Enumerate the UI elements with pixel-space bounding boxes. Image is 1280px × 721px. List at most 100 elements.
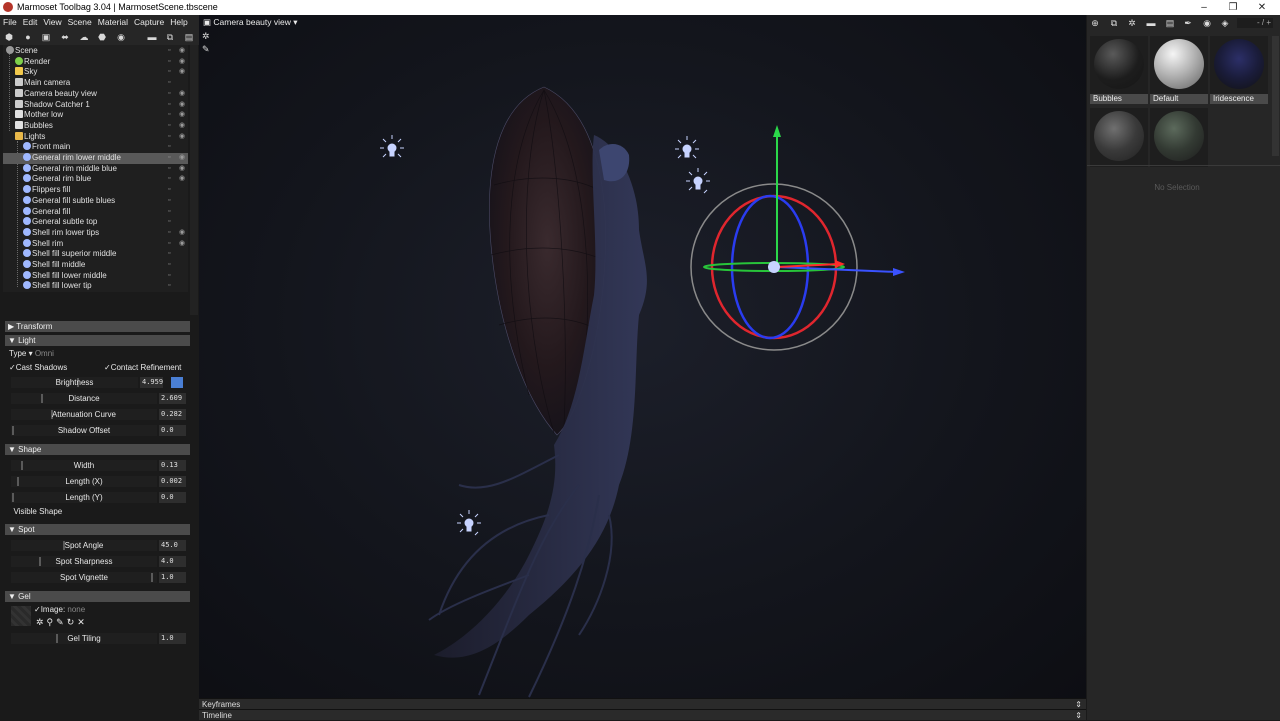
add-light-icon[interactable]: ● [23, 32, 33, 42]
lock-icon[interactable]: ▫ [168, 132, 174, 143]
gel-clear-icon[interactable]: ✕ [77, 617, 88, 627]
gel-reload-icon[interactable]: ↻ [67, 617, 78, 627]
outliner-row[interactable]: Shadow Catcher 1 ▫ ◉ [3, 99, 188, 111]
outliner-row[interactable]: Camera beauty view ▫ ◉ [3, 88, 188, 100]
menu-scene[interactable]: Scene [65, 17, 95, 27]
outliner-row[interactable]: General rim blue ▫ ◉ [3, 174, 188, 185]
brightness-slider[interactable]: Brightness 4.959 [11, 377, 186, 388]
close-window-button[interactable]: ✕ [1248, 0, 1276, 15]
length-x-slider[interactable]: Length (X) 0.002 [11, 476, 186, 487]
visibility-eye-icon[interactable]: ◉ [179, 228, 187, 239]
3d-viewport[interactable]: ▣ Camera beauty view ▾ ✲ ✎ [199, 15, 1086, 698]
lock-icon[interactable]: ▫ [168, 185, 174, 196]
visibility-eye-icon[interactable]: ◉ [179, 121, 187, 132]
material-thumb-5[interactable] [1150, 108, 1208, 167]
lock-icon[interactable]: ▫ [168, 89, 174, 100]
gel-tiling-value[interactable]: 1.0 [159, 633, 186, 644]
length-y-slider[interactable]: Length (Y) 0.0 [11, 492, 186, 503]
outliner-row[interactable]: General rim lower middle ▫ ◉ [3, 153, 188, 164]
material-settings-icon[interactable]: ◉ [1202, 18, 1212, 28]
outliner-row[interactable]: Sky ▫ ◉ [3, 67, 188, 78]
section-shape[interactable]: ▼ Shape [5, 444, 190, 455]
lock-icon[interactable]: ▫ [168, 110, 174, 121]
length-y-value[interactable]: 0.0 [159, 492, 186, 503]
outliner-row[interactable]: Bubbles ▫ ◉ [3, 120, 188, 132]
lock-icon[interactable]: ▫ [168, 164, 174, 175]
outliner-row[interactable]: Shell rim lower tips ▫ ◉ [3, 227, 188, 239]
material-thumb-bubbles[interactable] [1090, 36, 1148, 95]
section-transform[interactable]: ▶ Transform [5, 321, 190, 332]
lock-icon[interactable]: ▫ [168, 239, 174, 250]
spot-angle-slider[interactable]: Spot Angle 45.0 [11, 540, 186, 551]
visibility-eye-icon[interactable]: ◉ [179, 174, 187, 185]
delete-material-icon[interactable]: ▤ [1165, 18, 1175, 28]
keyframes-bar[interactable]: Keyframes ⇕ [199, 698, 1086, 709]
attenuation-curve-slider[interactable]: Attenuation Curve 0.282 [11, 409, 186, 420]
add-camera-icon[interactable]: ▣ [41, 32, 51, 42]
lock-icon[interactable]: ▫ [168, 249, 174, 260]
open-folder-icon[interactable]: ▬ [147, 32, 157, 42]
thumbnail-zoom-control[interactable]: - / + [1237, 18, 1273, 28]
lock-icon[interactable]: ▫ [168, 153, 174, 164]
visibility-eye-icon[interactable]: ◉ [179, 164, 187, 175]
outliner-row[interactable]: Shell fill lower tip ▫ [3, 281, 188, 292]
attenuation-curve-value[interactable]: 0.282 [159, 409, 186, 420]
material-thumb-iridescence[interactable] [1210, 36, 1268, 95]
visibility-eye-icon[interactable]: ◉ [179, 89, 187, 100]
distance-value[interactable]: 2.609 [159, 393, 186, 404]
section-spot[interactable]: ▼ Spot [5, 524, 190, 535]
outliner-row[interactable]: Shell fill middle ▫ [3, 260, 188, 271]
material-compass-icon[interactable]: ◈ [1220, 18, 1230, 28]
visibility-eye-icon[interactable]: ◉ [179, 239, 187, 250]
material-folder-icon[interactable]: ▬ [1146, 18, 1156, 28]
lock-icon[interactable]: ▫ [168, 228, 174, 239]
spot-vignette-value[interactable]: 1.0 [159, 572, 186, 583]
restore-button[interactable]: ❐ [1219, 0, 1247, 15]
material-thumb-default[interactable] [1150, 36, 1208, 95]
material-picker-icon[interactable]: ✒ [1183, 18, 1193, 28]
width-slider[interactable]: Width 0.13 [11, 460, 186, 471]
brightness-color-swatch[interactable] [171, 377, 183, 388]
brightness-value[interactable]: 4.959 [140, 377, 163, 388]
visibility-eye-icon[interactable]: ◉ [179, 100, 187, 111]
lock-icon[interactable]: ▫ [168, 121, 174, 132]
visibility-eye-icon[interactable]: ◉ [179, 132, 187, 143]
menu-edit[interactable]: Edit [20, 17, 41, 27]
lock-icon[interactable]: ▫ [168, 174, 174, 185]
menu-view[interactable]: View [40, 17, 64, 27]
visibility-eye-icon[interactable]: ◉ [179, 46, 187, 57]
outliner-row[interactable]: Render ▫ ◉ [3, 56, 188, 68]
add-object-icon[interactable]: ⬢ [4, 32, 14, 42]
gel-image-thumbnail[interactable] [11, 606, 31, 626]
outliner-row[interactable]: General fill subtle blues ▫ [3, 195, 188, 207]
outliner-row[interactable]: General subtle top ▫ [3, 217, 188, 228]
timeline-toggle-icon[interactable]: ⇕ [1075, 710, 1082, 721]
lock-icon[interactable]: ▫ [168, 142, 174, 153]
outliner-row[interactable]: General fill ▫ [3, 206, 188, 218]
length-x-value[interactable]: 0.002 [159, 476, 186, 487]
light-type-selector[interactable]: Type ▾ Omni [9, 349, 54, 358]
lock-icon[interactable]: ▫ [168, 78, 174, 89]
section-gel[interactable]: ▼ Gel [5, 591, 190, 602]
add-sky-icon[interactable]: ◉ [116, 32, 126, 42]
lock-icon[interactable]: ▫ [168, 67, 174, 78]
outliner-row[interactable]: Lights ▫ ◉ [3, 131, 188, 143]
minimize-button[interactable]: – [1190, 0, 1218, 15]
merge-materials-icon[interactable]: ✲ [1127, 18, 1137, 28]
outliner-row[interactable]: Mother low ▫ ◉ [3, 110, 188, 121]
add-shadow-catcher-icon[interactable]: ⬌ [60, 32, 70, 42]
duplicate-icon[interactable]: ⧉ [165, 32, 175, 42]
outliner-row[interactable]: General rim middle blue ▫ ◉ [3, 163, 188, 175]
gel-search-icon[interactable]: ⚲ [47, 617, 57, 627]
menu-file[interactable]: File [0, 17, 20, 27]
menu-capture[interactable]: Capture [131, 17, 167, 27]
material-thumb-4[interactable] [1090, 108, 1148, 167]
section-light[interactable]: ▼ Light [5, 335, 190, 346]
cast-shadows-checkbox[interactable]: ✓Cast Shadows [9, 363, 67, 372]
outliner-row[interactable]: Shell fill superior middle ▫ [3, 249, 188, 260]
visibility-eye-icon[interactable]: ◉ [179, 57, 187, 68]
lock-icon[interactable]: ▫ [168, 217, 174, 228]
lock-icon[interactable]: ▫ [168, 57, 174, 68]
lock-icon[interactable]: ▫ [168, 196, 174, 207]
menu-help[interactable]: Help [167, 17, 190, 27]
